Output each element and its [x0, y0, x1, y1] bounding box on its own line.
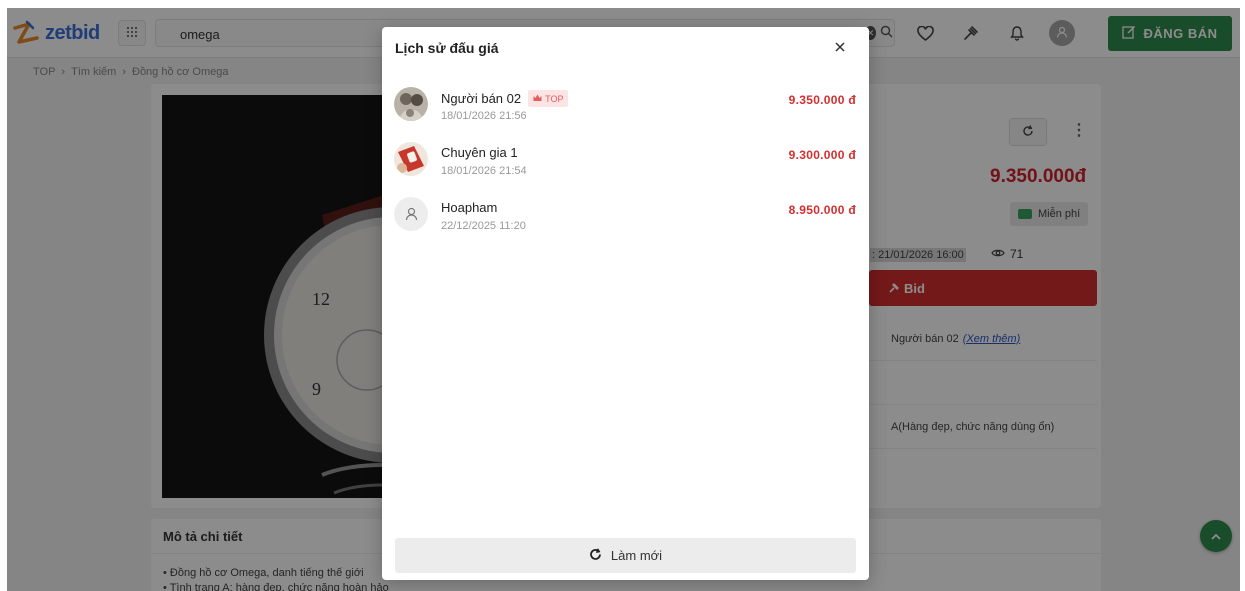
bid-time: 18/01/2026 21:56 [441, 110, 527, 122]
bidder-name: Người bán 02 [441, 91, 522, 106]
bid-history-row[interactable]: Hoapham 22/12/2025 11:20 8.950.000 đ [382, 187, 869, 242]
bidder-name-wrap: Người bán 02 TOP [441, 90, 569, 107]
bid-history-row[interactable]: Chuyên gia 1 18/01/2026 21:54 9.300.000 … [382, 132, 869, 187]
bid-history-list: Người bán 02 TOP 18/01/2026 21:56 9.350.… [382, 77, 869, 242]
bid-history-row[interactable]: Người bán 02 TOP 18/01/2026 21:56 9.350.… [382, 77, 869, 132]
bid-time: 22/12/2025 11:20 [441, 220, 526, 232]
bid-amount: 8.950.000 đ [788, 203, 856, 217]
refresh-button-label: Làm mới [610, 548, 663, 563]
refresh-icon [589, 547, 611, 564]
bid-amount: 9.300.000 đ [788, 148, 856, 162]
refresh-button[interactable]: Làm mới [395, 538, 856, 573]
top-badge: TOP [528, 90, 569, 107]
bidder-name: Hoapham [441, 200, 498, 215]
bidder-name-wrap: Hoapham [441, 200, 497, 215]
modal-title: Lịch sử đấu giá [395, 40, 499, 56]
close-button[interactable] [830, 37, 850, 57]
bid-time: 18/01/2026 21:54 [441, 165, 527, 177]
close-icon [835, 37, 845, 57]
bidder-avatar [394, 197, 428, 231]
bidder-avatar [394, 142, 428, 176]
bidder-name-wrap: Chuyên gia 1 [441, 145, 518, 160]
bidder-name: Chuyên gia 1 [441, 145, 518, 160]
top-badge-label: TOP [545, 93, 564, 104]
crown-icon [533, 94, 542, 104]
bid-amount: 9.350.000 đ [788, 93, 856, 107]
bid-history-modal: Lịch sử đấu giá Người bán 02 TOP 18/01/2… [382, 27, 869, 580]
bidder-avatar [394, 87, 428, 121]
user-icon [394, 197, 428, 231]
